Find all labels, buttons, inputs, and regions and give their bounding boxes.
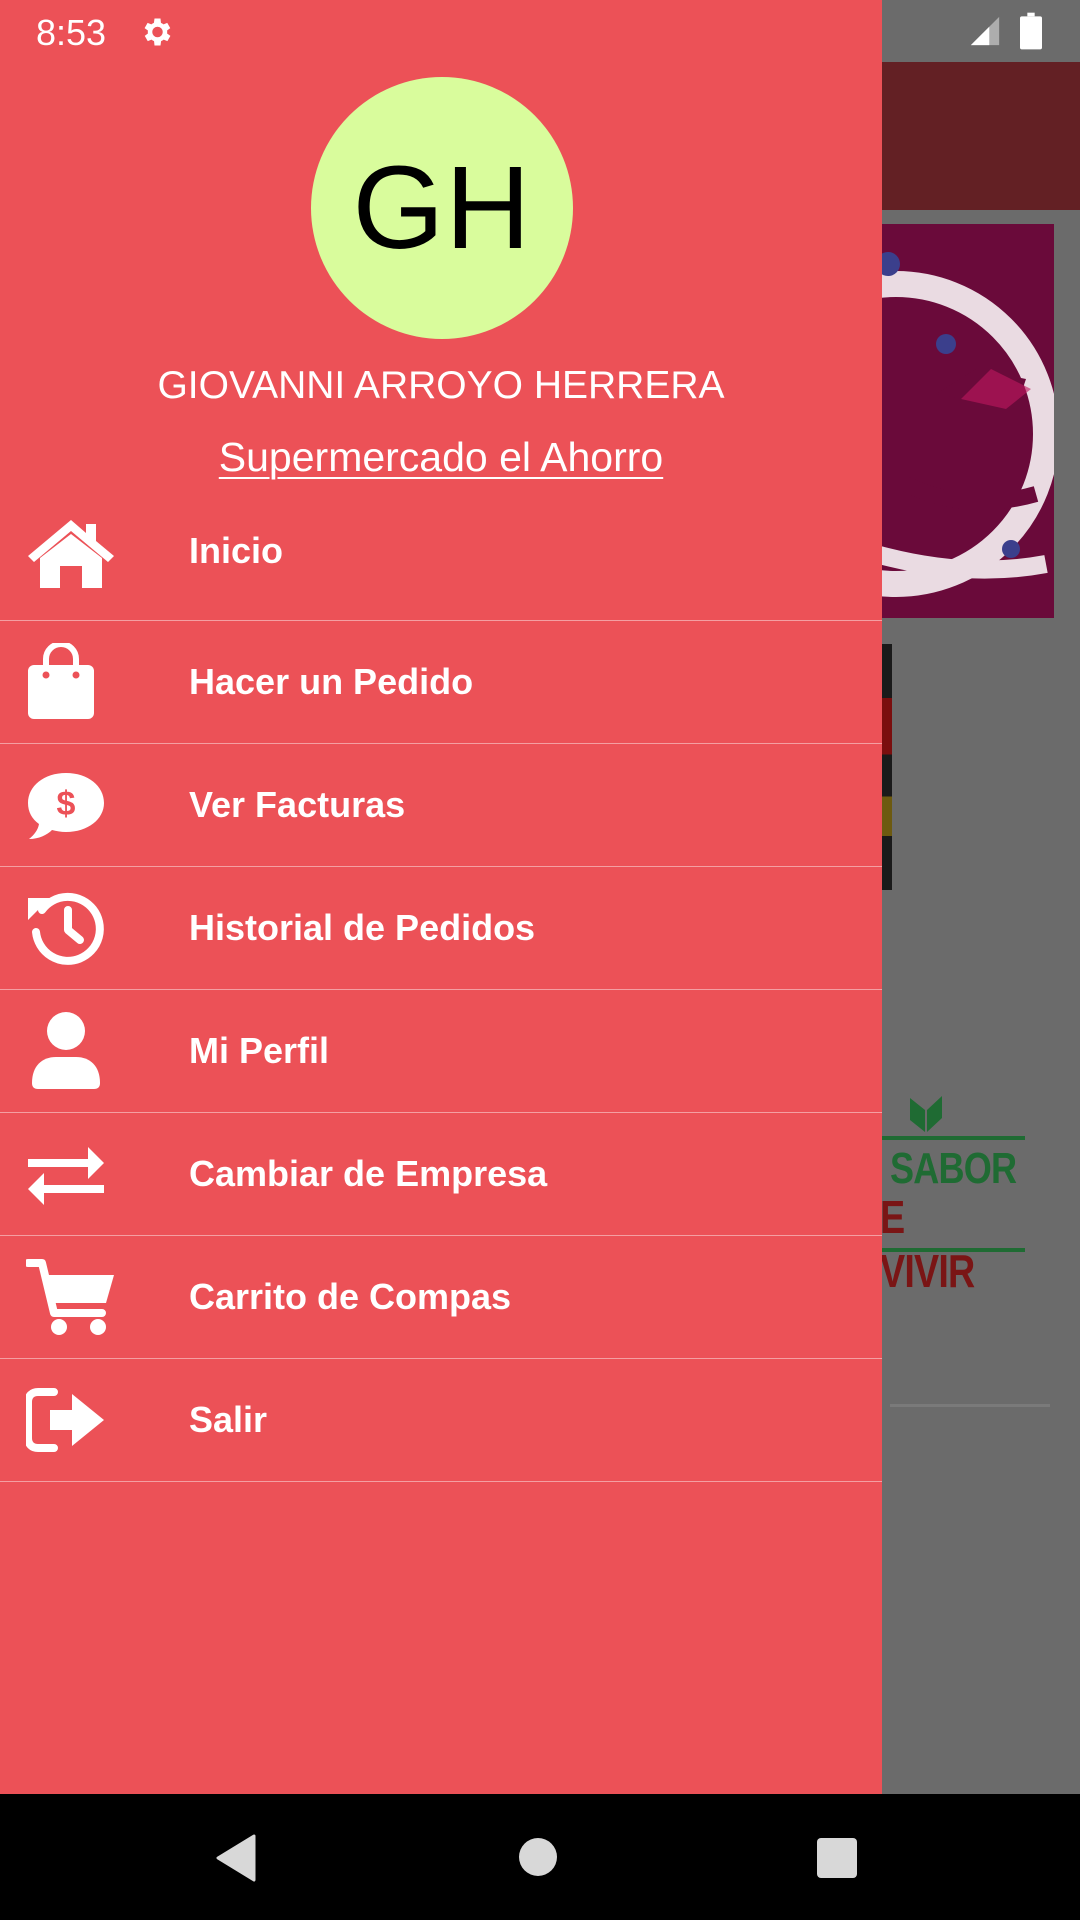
menu-item-historial[interactable]: Historial de Pedidos <box>0 867 882 990</box>
dollar-chat-icon: $ <box>26 766 122 844</box>
shopping-bag-icon <box>26 643 122 721</box>
menu-item-cambiar-empresa[interactable]: Cambiar de Empresa <box>0 1113 882 1236</box>
home-button[interactable] <box>519 1838 557 1876</box>
company-link-container: Supermercado el Ahorro <box>0 434 882 481</box>
history-icon <box>26 889 122 967</box>
drawer-menu: Inicio Hacer un Pedido $ Ver Facturas Hi… <box>0 490 882 1482</box>
menu-item-label: Cambiar de Empresa <box>189 1153 548 1194</box>
menu-item-carrito[interactable]: Carrito de Compas <box>0 1236 882 1359</box>
menu-item-label: Hacer un Pedido <box>189 661 474 702</box>
menu-item-mi-perfil[interactable]: Mi Perfil <box>0 990 882 1113</box>
home-icon <box>26 514 122 592</box>
background-logo-text-bottom: E VIVIR <box>880 1191 975 1297</box>
menu-item-salir[interactable]: Salir <box>0 1359 882 1482</box>
menu-item-hacer-pedido[interactable]: Hacer un Pedido <box>0 621 882 744</box>
recents-button[interactable] <box>817 1838 857 1878</box>
user-icon <box>26 1012 122 1090</box>
sign-out-icon <box>26 1381 122 1459</box>
background-logo-text-top: SABOR <box>890 1144 1017 1193</box>
background-banner-image <box>876 224 1054 618</box>
navigation-bar <box>0 1794 1080 1920</box>
menu-item-label: Inicio <box>189 530 284 571</box>
menu-item-inicio[interactable]: Inicio <box>0 490 882 621</box>
gear-icon <box>138 14 174 55</box>
back-button[interactable] <box>214 1834 258 1887</box>
exchange-icon <box>26 1135 122 1213</box>
menu-item-label: Ver Facturas <box>189 784 406 825</box>
status-time: 8:53 <box>36 12 107 53</box>
menu-item-label: Mi Perfil <box>189 1030 330 1071</box>
avatar-initials: GH <box>352 142 532 274</box>
menu-item-label: Salir <box>189 1399 268 1440</box>
avatar[interactable]: GH <box>311 77 573 339</box>
navigation-drawer: GH GIOVANNI ARROYO HERRERA Supermercado … <box>0 0 882 1794</box>
battery-icon <box>1020 12 1042 55</box>
user-name: GIOVANNI ARROYO HERRERA <box>157 364 725 407</box>
status-bar: 8:53 <box>0 0 1080 62</box>
cart-icon <box>26 1258 122 1336</box>
company-link[interactable]: Supermercado el Ahorro <box>219 434 663 480</box>
signal-icon <box>968 14 1002 53</box>
menu-item-ver-facturas[interactable]: $ Ver Facturas <box>0 744 882 867</box>
background-brand-logo: SABOR E VIVIR <box>880 1088 1030 1297</box>
svg-text:$: $ <box>57 785 76 823</box>
menu-item-label: Historial de Pedidos <box>189 907 536 948</box>
menu-item-label: Carrito de Compas <box>189 1276 512 1317</box>
background-divider <box>890 1404 1050 1407</box>
